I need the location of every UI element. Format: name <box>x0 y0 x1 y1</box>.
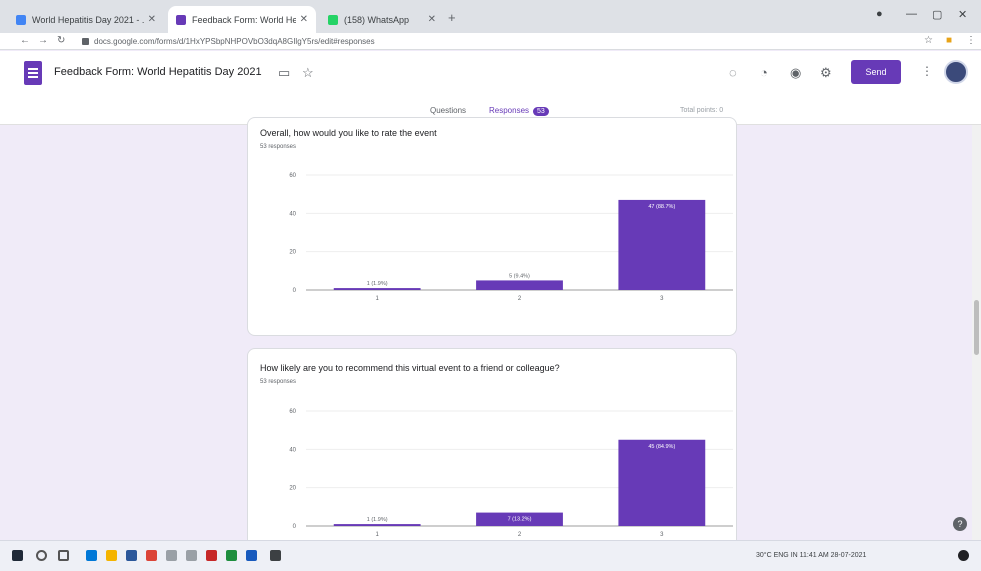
x-tick-label: 1 <box>375 296 379 302</box>
minimize-icon[interactable]: — <box>906 8 917 20</box>
preview-eye-icon[interactable]: ◉ <box>790 65 801 81</box>
search-icon[interactable] <box>36 550 47 561</box>
browser-tab-title: Feedback Form: World Hepatit... <box>192 14 296 25</box>
forward-icon[interactable]: → <box>38 35 48 46</box>
help-icon[interactable]: ? <box>953 517 967 531</box>
y-tick-label: 40 <box>289 211 296 217</box>
x-tick-label: 1 <box>375 532 379 538</box>
y-tick-label: 20 <box>289 250 296 256</box>
address-bar: ← → ↻ docs.google.com/forms/d/1HxYPSbpNH… <box>0 33 981 50</box>
file-explorer-icon[interactable] <box>106 550 117 561</box>
bar-data-label: 1 (1.9%) <box>367 517 388 523</box>
star-icon[interactable]: ☆ <box>302 65 314 81</box>
tab-responses-label: Responses <box>489 106 530 115</box>
y-tick-label: 60 <box>289 409 296 415</box>
y-tick-label: 20 <box>289 486 296 492</box>
avatar[interactable] <box>944 60 968 84</box>
pdf-reader-icon[interactable] <box>206 550 217 561</box>
browser-tab-title: (158) WhatsApp <box>344 14 410 25</box>
forms-favicon-icon <box>176 14 186 25</box>
lock-icon <box>82 38 89 45</box>
bar-chart: 0 20 40 60 1 (1.9%) 1 7 (13.2%) 2 45 (84.9%) 3 <box>289 409 733 538</box>
browser-tab-title: World Hepatitis Day 2021 - ... <box>32 14 144 25</box>
bar <box>618 439 706 526</box>
whatsapp-favicon-icon <box>328 14 338 25</box>
responses-count-badge: 53 <box>533 107 549 116</box>
bookmark-star-icon[interactable]: ☆ <box>924 35 933 46</box>
extension-icon[interactable]: ■ <box>946 35 952 46</box>
new-tab-button[interactable]: + <box>448 10 456 25</box>
app-icon[interactable] <box>186 550 197 561</box>
tab-responses[interactable]: Responses 53 <box>489 106 549 116</box>
url-field[interactable]: docs.google.com/forms/d/1HxYPSbpNHPOVbO3… <box>82 35 902 48</box>
bar-data-label: 1 (1.9%) <box>367 281 388 287</box>
bar-chart: 0 20 40 60 1 (1.9%) 1 5 (9.4%) 2 47 (88.7%) 3 <box>289 173 733 302</box>
close-icon[interactable]: ✕ <box>300 14 308 25</box>
url-text: docs.google.com/forms/d/1HxYPSbpNHPOVbO3… <box>94 37 375 46</box>
mail-icon[interactable] <box>166 550 177 561</box>
settings-gear-icon[interactable]: ⚙ <box>820 65 832 81</box>
more-options-icon[interactable]: ⋮ <box>921 64 933 78</box>
start-windows-icon[interactable] <box>12 550 23 561</box>
close-icon[interactable]: ✕ <box>428 14 436 25</box>
bar-data-label: 7 (13.2%) <box>508 517 532 523</box>
tab-questions[interactable]: Questions <box>430 106 466 115</box>
question-summary-card: How likely are you to recommend this vir… <box>247 348 737 548</box>
x-tick-label: 2 <box>518 296 522 302</box>
y-tick-label: 0 <box>293 288 297 294</box>
profile-icon[interactable]: ● <box>876 8 883 20</box>
tab-favicon-icon <box>16 14 26 25</box>
edge-icon[interactable] <box>86 550 97 561</box>
browser-tab-feedback-form[interactable]: Feedback Form: World Hepatit... ✕ <box>168 6 316 33</box>
app-icon[interactable] <box>270 550 281 561</box>
browser-tab-hepatitis-day[interactable]: World Hepatitis Day 2021 - ... ✕ <box>8 6 164 33</box>
notifications-icon[interactable] <box>958 550 969 561</box>
back-icon[interactable]: ← <box>20 35 30 46</box>
y-tick-label: 40 <box>289 447 296 453</box>
system-tray[interactable]: 30°C ENG IN 11:41 AM 28-07-2021 <box>756 552 866 559</box>
taskbar: 30°C ENG IN 11:41 AM 28-07-2021 <box>0 540 981 571</box>
word-icon[interactable] <box>246 550 257 561</box>
reload-icon[interactable]: ↻ <box>57 35 65 46</box>
bar <box>333 288 421 290</box>
folder-icon[interactable]: ▭ <box>278 65 290 81</box>
bar-data-label: 5 (9.4%) <box>509 273 530 279</box>
y-tick-label: 60 <box>289 173 296 179</box>
customize-theme-icon[interactable]: ◌ <box>729 65 737 80</box>
bar <box>476 280 563 290</box>
bar-data-label: 47 (88.7%) <box>648 204 675 210</box>
total-points-text: Total points: 0 <box>680 107 724 114</box>
bar <box>618 199 706 290</box>
excel-icon[interactable] <box>226 550 237 561</box>
window-close-icon[interactable]: ✕ <box>958 8 967 21</box>
task-view-icon[interactable] <box>58 550 69 561</box>
browser-tab-bar: World Hepatitis Day 2021 - ... ✕ Feedbac… <box>0 0 981 33</box>
store-icon[interactable] <box>126 550 137 561</box>
x-tick-label: 3 <box>660 532 664 538</box>
form-title[interactable]: Feedback Form: World Hepatitis Day 2021 <box>54 66 262 78</box>
scrollbar-thumb[interactable] <box>974 300 979 355</box>
close-icon[interactable]: ✕ <box>148 14 156 25</box>
browser-tab-whatsapp[interactable]: (158) WhatsApp ✕ <box>320 6 444 33</box>
bar <box>333 524 421 526</box>
forms-header: Feedback Form: World Hepatitis Day 2021 … <box>0 51 981 125</box>
addons-icon[interactable]: ◔ <box>760 65 768 80</box>
chrome-icon[interactable] <box>146 550 157 561</box>
menu-icon[interactable]: ⋮ <box>966 35 976 46</box>
x-tick-label: 2 <box>518 532 522 538</box>
y-tick-label: 0 <box>293 524 297 530</box>
question-summary-card: Overall, how would you like to rate the … <box>247 117 737 336</box>
forms-logo-icon[interactable] <box>24 61 42 85</box>
send-button[interactable]: Send <box>851 60 901 84</box>
bar-data-label: 45 (84.9%) <box>648 444 675 450</box>
maximize-icon[interactable]: ▢ <box>932 8 942 21</box>
x-tick-label: 3 <box>660 296 664 302</box>
